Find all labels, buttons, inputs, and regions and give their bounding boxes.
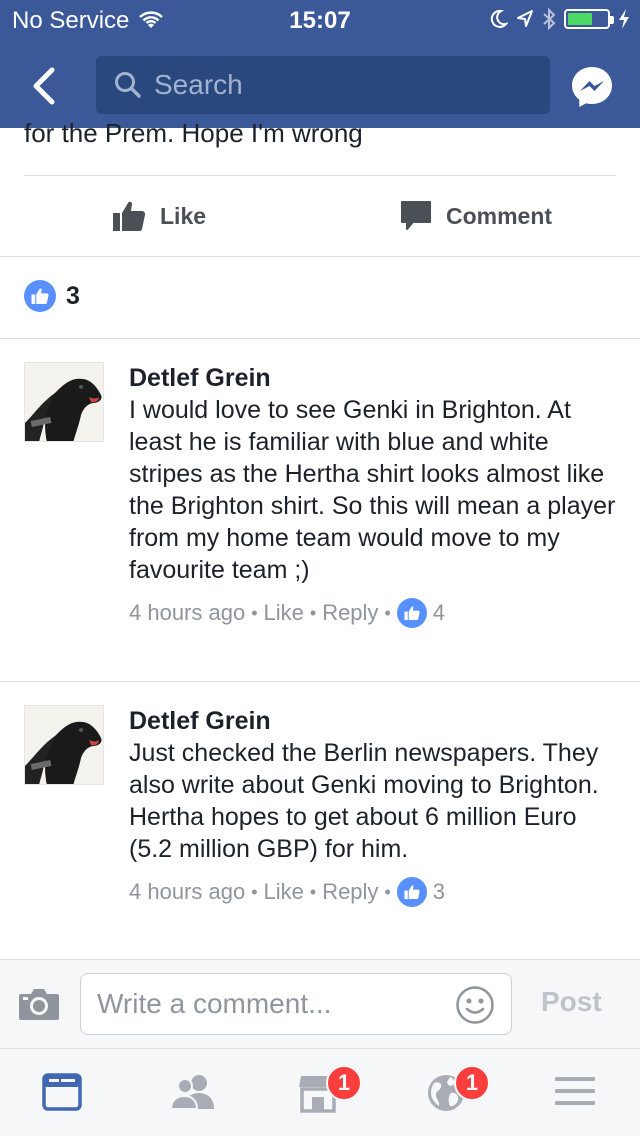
comment-label: Comment [446, 202, 553, 229]
tab-menu[interactable] [554, 1073, 598, 1117]
comment-input[interactable]: Write a comment... [80, 973, 512, 1035]
comment-author[interactable]: Detlef Grein [129, 705, 619, 737]
reactions-summary[interactable]: 3 [24, 280, 80, 312]
comment-text: Just checked the Berlin newspapers. They… [129, 739, 599, 863]
post-actions: Like Comment [0, 176, 640, 256]
like-button[interactable]: Like [112, 176, 206, 256]
comment-author[interactable]: Detlef Grein [129, 362, 619, 394]
comment-button[interactable]: Comment [400, 176, 552, 256]
comment-text: I would love to see Genki in Brighton. A… [129, 396, 616, 584]
comment-composer: Write a comment... Post [0, 959, 640, 1049]
camera-button[interactable] [18, 986, 60, 1027]
reaction-count: 3 [66, 281, 80, 310]
notification-badge: 1 [454, 1065, 490, 1101]
divider [0, 256, 640, 257]
bluetooth-icon [543, 8, 556, 30]
separator-dot: • [384, 602, 391, 623]
post-button[interactable]: Post [541, 986, 602, 1018]
separator-dot: • [251, 602, 258, 623]
comment-placeholder: Write a comment... [97, 988, 332, 1019]
emoji-button[interactable] [455, 985, 495, 1030]
divider [0, 338, 640, 339]
status-bar: No Service 15:07 [0, 0, 640, 40]
comment-like-count[interactable]: 3 [433, 879, 445, 905]
comment-like-link[interactable]: Like [264, 879, 304, 905]
location-icon [517, 10, 533, 27]
tab-notifications[interactable]: 1 [426, 1065, 490, 1117]
dog-photo [25, 363, 103, 441]
comment-meta: 4 hours ago • Like • Reply • 3 [129, 877, 619, 907]
comment-like-link[interactable]: Like [264, 600, 304, 626]
like-reaction-icon [396, 598, 427, 628]
tab-bar: 1 1 [0, 1048, 640, 1136]
comment-timestamp: 4 hours ago [129, 879, 246, 904]
avatar[interactable] [24, 705, 104, 785]
messenger-icon [572, 67, 612, 107]
chevron-left-icon [33, 67, 55, 105]
search-input[interactable]: Search [96, 56, 550, 114]
speech-bubble-icon [401, 201, 431, 230]
comment-meta: 4 hours ago • Like • Reply • 4 [129, 598, 619, 628]
comment-reply-link[interactable]: Reply [322, 600, 378, 626]
top-bar: No Service 15:07 Search [0, 0, 640, 128]
like-label: Like [160, 202, 207, 229]
avatar[interactable] [24, 362, 104, 442]
moon-icon [490, 9, 508, 28]
back-button[interactable] [24, 64, 68, 108]
charging-icon [619, 9, 629, 29]
friends-icon [169, 1075, 214, 1110]
separator-dot: • [309, 602, 317, 623]
like-reaction-icon [396, 877, 427, 907]
tab-friends[interactable] [169, 1073, 214, 1117]
smiley-icon [456, 986, 494, 1024]
search-placeholder: Search [154, 69, 243, 100]
dog-photo [25, 706, 103, 784]
divider [0, 681, 640, 682]
thumbs-up-icon [113, 201, 146, 231]
search-icon [115, 72, 141, 98]
news-feed-icon [42, 1073, 82, 1111]
camera-icon [19, 989, 59, 1020]
comment-timestamp: 4 hours ago [129, 600, 246, 625]
separator-dot: • [251, 881, 258, 902]
battery-icon [564, 9, 614, 29]
comment-like-count[interactable]: 4 [433, 600, 445, 626]
separator-dot: • [309, 881, 317, 902]
tab-marketplace[interactable]: 1 [298, 1065, 362, 1117]
tab-news-feed[interactable] [42, 1073, 86, 1117]
comment-reply-link[interactable]: Reply [322, 879, 378, 905]
nav-bar: Search [0, 44, 640, 128]
like-reaction-icon [24, 280, 56, 312]
hamburger-menu-icon [555, 1077, 595, 1105]
messenger-button[interactable] [570, 65, 614, 109]
separator-dot: • [384, 881, 391, 902]
post-text: for the Prem. Hope I'm wrong [24, 118, 363, 148]
notification-badge: 1 [326, 1065, 362, 1101]
